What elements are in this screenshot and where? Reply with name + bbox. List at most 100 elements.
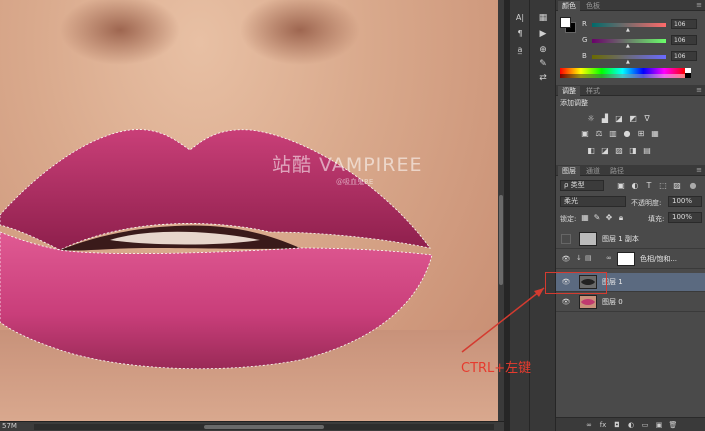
layer-name[interactable]: 色相/饱和...	[640, 254, 677, 264]
annotation-text: CTRL+左键	[461, 361, 532, 376]
layer-row[interactable]: 👁︎ ↓ ▤ ∞ 色相/饱和...	[556, 250, 705, 269]
adjustments-panel-tabs: 调整 样式 ≡	[556, 85, 705, 96]
watermark: 站酷 VAMPIREE	[272, 154, 423, 176]
layer-name[interactable]: 图层 1 副本	[602, 234, 639, 244]
tab-channels[interactable]: 通道	[582, 166, 604, 176]
zoom-level[interactable]: 57M	[2, 422, 17, 430]
panel-icon-strip: ▦ ▶ ⊕ ✎ ⇄	[530, 0, 556, 431]
photoshop-window: 站酷 VAMPIREE @吸血鬼RE 57M A| ¶ a̲ ▦ ▶ ⊕ ✎ ⇄…	[0, 0, 705, 431]
color-spectrum[interactable]	[560, 68, 685, 78]
layer-filter-select[interactable]: ρ 类型	[560, 180, 604, 191]
nostril-shadow-right	[240, 0, 360, 65]
layer-mask-thumbnail[interactable]	[617, 252, 635, 266]
eye-icon[interactable]: 👁︎	[561, 254, 571, 264]
filter-smart-icon[interactable]: ▨	[672, 181, 682, 190]
panel-menu-icon[interactable]: ≡	[696, 86, 702, 94]
new-layer-icon[interactable]: ▣	[654, 420, 664, 430]
curves-icon[interactable]: ◪	[614, 114, 624, 123]
tab-styles[interactable]: 样式	[582, 86, 604, 96]
tab-layers[interactable]: 图层	[558, 166, 580, 176]
photo-filter-icon[interactable]: ●	[622, 129, 632, 138]
gradient-map-icon[interactable]: ◨	[628, 146, 638, 155]
chain-icon: ∞	[606, 254, 612, 262]
tab-paths[interactable]: 路径	[606, 166, 628, 176]
layer-name[interactable]: 图层 0	[602, 297, 623, 307]
hue-saturation-icon[interactable]: ▣	[580, 129, 590, 138]
invert-icon[interactable]: ◧	[586, 146, 596, 155]
add-mask-icon[interactable]: ◘	[612, 420, 622, 430]
blend-mode-select[interactable]: 柔光	[560, 196, 626, 207]
lower-lip	[0, 231, 433, 370]
black-white-icon[interactable]: ▥	[608, 129, 618, 138]
layer-thumbnail	[579, 232, 597, 246]
brightness-icon[interactable]: ☼	[586, 114, 596, 123]
color-panel-tabs: 颜色 色板 ≡	[556, 0, 705, 11]
delete-layer-icon[interactable]: 🗑︎	[668, 420, 678, 430]
filter-shape-icon[interactable]: ⬚	[658, 181, 668, 190]
posterize-icon[interactable]: ◪	[600, 146, 610, 155]
slider-value[interactable]: 106	[671, 35, 697, 45]
selective-color-icon[interactable]: ▤	[642, 146, 652, 155]
visibility-toggle-off[interactable]	[561, 234, 571, 244]
fill-input[interactable]: 100%	[668, 212, 702, 223]
paragraph-icon[interactable]: ¶	[513, 28, 527, 40]
canvas-horizontal-scrollbar[interactable]	[34, 424, 494, 430]
exposure-icon[interactable]: ◩	[628, 114, 638, 123]
channel-mixer-icon[interactable]: ⊞	[636, 129, 646, 138]
filter-adjustment-icon[interactable]: ◐	[630, 181, 640, 190]
levels-icon[interactable]: ▟	[600, 114, 610, 123]
slider-value[interactable]: 106	[671, 51, 697, 61]
slider-label: B	[582, 52, 587, 60]
new-group-icon[interactable]: ▭	[640, 420, 650, 430]
history-icon[interactable]: ▦	[536, 12, 550, 24]
lips-thumbnail-icon	[581, 299, 595, 305]
status-bar: 57M	[0, 421, 556, 431]
play-icon[interactable]: ▶	[536, 28, 550, 40]
tab-adjustments[interactable]: 调整	[558, 86, 580, 96]
lock-position-icon[interactable]: ✥	[604, 213, 614, 222]
filter-type-icon[interactable]: T	[644, 181, 654, 190]
brush-preset-icon[interactable]: ✎	[536, 58, 550, 70]
lock-all-icon[interactable]: 🔒︎	[616, 213, 626, 222]
slider-knob[interactable]: ▲	[626, 43, 630, 49]
blue-slider[interactable]: B ▲ 106	[582, 51, 702, 65]
foreground-color-swatch[interactable]	[560, 17, 571, 28]
fx-icon[interactable]: fx	[598, 420, 608, 430]
tab-color[interactable]: 颜色	[558, 1, 580, 11]
lock-image-icon[interactable]: ✎	[592, 213, 602, 222]
green-slider[interactable]: G ▲ 106	[582, 35, 702, 49]
annotation-arrow-icon	[461, 287, 545, 353]
panel-menu-icon[interactable]: ≡	[696, 166, 702, 174]
layer-comp-icon[interactable]: ⇄	[536, 72, 550, 84]
opacity-input[interactable]: 100%	[668, 196, 702, 207]
link-layers-icon[interactable]: ∞	[584, 420, 594, 430]
red-slider[interactable]: R ▲ 106	[582, 19, 702, 33]
scrollbar-thumb[interactable]	[204, 425, 324, 429]
color-balance-icon[interactable]: ⚖	[594, 129, 604, 138]
watermark-subtitle: @吸血鬼RE	[336, 178, 374, 186]
panel-menu-icon[interactable]: ≡	[696, 1, 702, 9]
threshold-icon[interactable]: ▨	[614, 146, 624, 155]
clone-source-icon[interactable]: ⊕	[536, 44, 550, 56]
vibrance-icon[interactable]: ∇	[642, 114, 652, 123]
filter-toggle-icon[interactable]: ●	[688, 181, 698, 190]
layer-thumbnail	[579, 295, 597, 309]
eye-icon[interactable]: 👁︎	[561, 297, 571, 307]
black-white-swatch[interactable]	[685, 68, 691, 78]
opacity-label: 不透明度:	[631, 199, 662, 207]
slider-value[interactable]: 106	[671, 19, 697, 29]
lock-transparent-icon[interactable]: ▦	[580, 213, 590, 222]
new-adjustment-icon[interactable]: ◐	[626, 420, 636, 430]
text-tool-icon[interactable]: A|	[513, 12, 527, 24]
slider-knob[interactable]: ▲	[626, 27, 630, 33]
tab-swatches[interactable]: 色板	[582, 1, 604, 11]
document-canvas[interactable]: 站酷 VAMPIREE @吸血鬼RE	[0, 0, 498, 421]
character-style-icon[interactable]: a̲	[513, 44, 527, 56]
annotation-highlight-box	[545, 272, 607, 294]
layer-row[interactable]: 👁︎ 图层 0	[556, 293, 705, 312]
layer-row[interactable]: 图层 1 副本	[556, 230, 705, 249]
filter-pixel-icon[interactable]: ▣	[616, 181, 626, 190]
slider-knob[interactable]: ▲	[626, 59, 630, 65]
scrollbar-thumb[interactable]	[499, 195, 503, 285]
color-lookup-icon[interactable]: ▦	[650, 129, 660, 138]
